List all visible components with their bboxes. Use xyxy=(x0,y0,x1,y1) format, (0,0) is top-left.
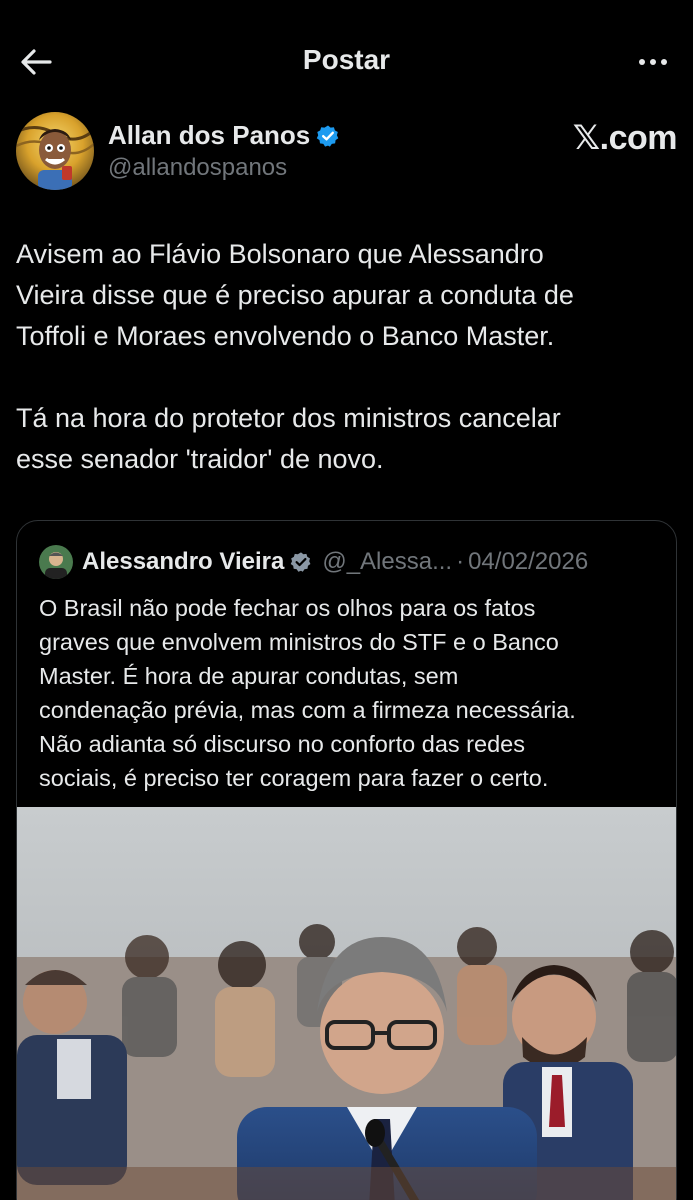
author-name-row: Allan dos Panos xyxy=(108,120,340,151)
x-logo-watermark: 𝕏.com xyxy=(572,119,678,157)
quoted-post-header: Alessandro Vieira @_Alessa... · 04/02/20… xyxy=(39,545,588,579)
cartoon-avatar-image xyxy=(16,112,94,190)
quoted-post[interactable]: Alessandro Vieira @_Alessa... · 04/02/20… xyxy=(16,520,677,1200)
author-handle[interactable]: @allandospanos xyxy=(108,154,287,182)
author-name[interactable]: Allan dos Panos xyxy=(108,120,310,151)
page-title: Postar xyxy=(302,44,391,75)
quoted-author-handle: @_Alessa... xyxy=(322,548,453,575)
quoted-post-video[interactable] xyxy=(17,807,676,1200)
verified-badge-icon xyxy=(317,125,339,147)
post-text: Avisem ao Flávio Bolsonaro que Alessandr… xyxy=(16,239,574,474)
quoted-post-text: O Brasil não pode fechar os olhos para o… xyxy=(39,595,576,791)
verified-badge-icon xyxy=(291,552,311,572)
avatar[interactable] xyxy=(16,112,94,190)
quoted-avatar xyxy=(39,545,73,579)
more-options-button[interactable] xyxy=(629,44,677,80)
top-bar: Postar xyxy=(0,0,693,122)
more-horizontal-icon xyxy=(639,59,645,65)
quoted-post-date: 04/02/2026 xyxy=(468,548,589,575)
separator-dot: · xyxy=(456,548,465,575)
post-author: Allan dos Panos @allandospanos 𝕏.com xyxy=(16,112,678,192)
quoted-author-name: Alessandro Vieira xyxy=(82,548,285,575)
senate-hearing-image xyxy=(17,807,676,1200)
